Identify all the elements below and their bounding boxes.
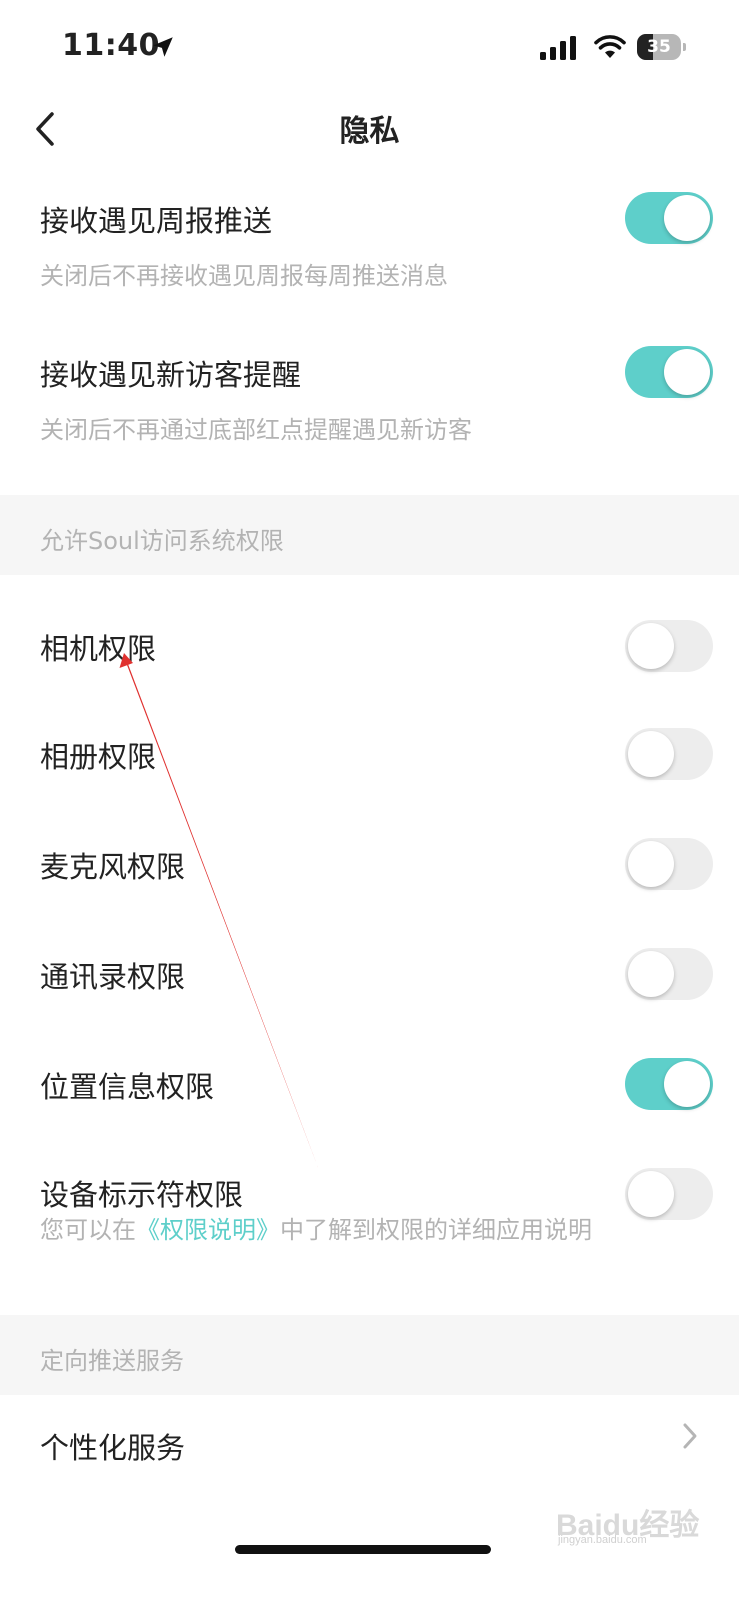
chevron-right-icon <box>683 1423 697 1449</box>
location-arrow-icon <box>153 37 173 57</box>
push-section-header: 定向推送服务 <box>0 1315 739 1395</box>
device-id-permission-toggle[interactable] <box>625 1168 713 1220</box>
nav-bar: 隐私 <box>0 96 739 166</box>
permission-contacts: 通讯录权限 <box>0 918 739 1028</box>
home-indicator <box>235 1545 491 1554</box>
permission-title: 麦克风权限 <box>40 850 186 884</box>
status-time: 11:40 <box>62 28 160 63</box>
permission-title: 设备标示符权限 <box>40 1178 244 1212</box>
wifi-icon <box>594 35 626 58</box>
status-bar: 11:40 35 <box>0 0 739 96</box>
section-label: 允许Soul访问系统权限 <box>40 527 284 555</box>
setting-description: 关闭后不再通过底部红点提醒遇见新访客 <box>40 416 472 444</box>
permission-camera: 相机权限 <box>0 590 739 698</box>
permission-device-id: 设备标示符权限 <box>0 1138 739 1220</box>
contacts-permission-toggle[interactable] <box>625 948 713 1000</box>
setting-weekly-report: 接收遇见周报推送 关闭后不再接收遇见周报每周推送消息 <box>0 168 739 318</box>
permissions-note: 您可以在《权限说明》中了解到权限的详细应用说明 <box>40 1210 592 1245</box>
battery-level: 35 <box>647 37 671 57</box>
page-title: 隐私 <box>339 114 400 149</box>
note-prefix: 您可以在 <box>40 1216 136 1244</box>
note-suffix: 中了解到权限的详细应用说明 <box>280 1216 592 1244</box>
battery-icon: 35 <box>637 34 686 60</box>
setting-new-visitor: 接收遇见新访客提醒 关闭后不再通过底部红点提醒遇见新访客 <box>0 322 739 482</box>
permission-title: 相册权限 <box>40 740 157 774</box>
watermark-sub: jingyan.baidu.com <box>558 1534 647 1546</box>
setting-title: 接收遇见新访客提醒 <box>40 358 302 392</box>
personalized-service-label: 个性化服务 <box>40 1431 186 1465</box>
section-label: 定向推送服务 <box>40 1347 184 1375</box>
weekly-report-toggle[interactable] <box>625 192 713 244</box>
permission-microphone: 麦克风权限 <box>0 808 739 918</box>
location-permission-toggle[interactable] <box>625 1058 713 1110</box>
permission-title: 相机权限 <box>40 632 157 666</box>
permission-title: 位置信息权限 <box>40 1070 215 1104</box>
album-permission-toggle[interactable] <box>625 728 713 780</box>
baidu-watermark-logo: Baidu经验 jingyan.baidu.com <box>556 1492 706 1546</box>
permission-location: 位置信息权限 <box>0 1028 739 1138</box>
signal-icon <box>540 36 576 60</box>
permissions-section-header: 允许Soul访问系统权限 <box>0 495 739 575</box>
personalized-service-row[interactable]: 个性化服务 <box>0 1395 739 1485</box>
microphone-permission-toggle[interactable] <box>625 838 713 890</box>
permissions-explanation-link[interactable]: 《权限说明》 <box>136 1216 280 1244</box>
permission-title: 通讯录权限 <box>40 960 186 994</box>
new-visitor-toggle[interactable] <box>625 346 713 398</box>
permission-album: 相册权限 <box>0 698 739 808</box>
camera-permission-toggle[interactable] <box>625 620 713 672</box>
setting-description: 关闭后不再接收遇见周报每周推送消息 <box>40 262 448 290</box>
setting-title: 接收遇见周报推送 <box>40 204 273 238</box>
